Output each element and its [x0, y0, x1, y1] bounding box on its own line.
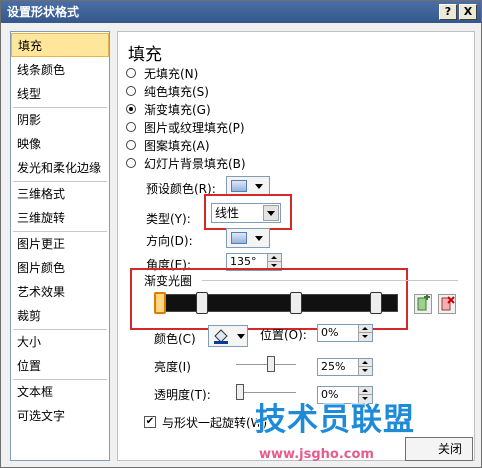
add-stop-icon [417, 295, 430, 311]
direction-swatch [231, 232, 247, 244]
radio-pattern-fill-label: 图案填充(A) [144, 139, 210, 153]
sidebar: 填充 线条颜色 线型 阴影 映像 发光和柔化边缘 三维格式 三维旋转 图片更正 … [10, 31, 110, 461]
add-stop-button[interactable] [414, 294, 432, 314]
remove-stop-icon [441, 296, 455, 311]
stop-color-button[interactable] [208, 325, 248, 347]
position-label: 位置(O): [260, 328, 307, 342]
spin-down-button[interactable] [358, 333, 372, 341]
brightness-value: 25% [321, 360, 346, 373]
panel-heading: 填充 [128, 45, 162, 65]
radio-solid-fill[interactable] [126, 86, 136, 96]
paint-bucket-icon [214, 329, 228, 344]
radio-gradient-fill-label: 渐变填充(G) [144, 103, 211, 117]
sidebar-item-fill[interactable]: 填充 [11, 33, 109, 57]
sidebar-item-text-box[interactable]: 文本框 [11, 380, 109, 404]
brightness-label: 亮度(I) [154, 360, 191, 374]
section-divider [202, 280, 458, 281]
brightness-spinner[interactable]: 25% [317, 358, 373, 376]
sidebar-item-size[interactable]: 大小 [11, 330, 109, 354]
position-spinner[interactable]: 0% [317, 324, 373, 342]
sidebar-item-line-color[interactable]: 线条颜色 [11, 58, 109, 82]
arrow-up-icon [362, 389, 368, 392]
sidebar-item-alt-text[interactable]: 可选文字 [11, 404, 109, 428]
arrow-up-icon [362, 361, 368, 364]
sidebar-item-3d-format[interactable]: 三维格式 [11, 182, 109, 206]
check-icon: ✔ [145, 416, 155, 427]
close-window-button[interactable]: X [459, 4, 477, 20]
chevron-down-icon [237, 334, 245, 339]
arrow-up-icon [271, 256, 277, 259]
gradient-stops-label: 渐变光圈 [144, 274, 193, 288]
spin-up-button[interactable] [358, 325, 372, 333]
gradient-stop-3[interactable] [290, 292, 302, 314]
chevron-down-icon [255, 236, 263, 241]
radio-solid-fill-label: 纯色填充(S) [144, 85, 209, 99]
stop-color-label: 颜色(C) [154, 332, 196, 346]
sidebar-item-crop[interactable]: 裁剪 [11, 304, 109, 328]
arrow-down-icon [271, 264, 277, 267]
radio-gradient-fill[interactable] [126, 104, 136, 114]
close-button[interactable]: 关闭 [405, 437, 473, 461]
sidebar-item-glow[interactable]: 发光和柔化边缘 [11, 156, 109, 180]
radio-background-fill[interactable] [126, 158, 136, 168]
rotate-with-shape-label: 与形状一起旋转(W) [162, 416, 268, 430]
radio-no-fill[interactable] [126, 68, 136, 78]
sidebar-item-line-style[interactable]: 线型 [11, 82, 109, 106]
type-select-value: 线性 [215, 206, 240, 220]
gradient-stop-4[interactable] [370, 292, 382, 314]
radio-no-fill-label: 无填充(N) [144, 67, 199, 81]
preset-swatch [231, 180, 247, 192]
sidebar-item-reflection[interactable]: 映像 [11, 132, 109, 156]
arrow-up-icon [362, 327, 368, 330]
transparency-label: 透明度(T): [154, 388, 211, 402]
sidebar-item-shadow[interactable]: 阴影 [11, 108, 109, 132]
spin-up-button[interactable] [358, 359, 372, 367]
gradient-stop-2[interactable] [196, 292, 208, 314]
sidebar-item-picture-color[interactable]: 图片颜色 [11, 256, 109, 280]
sidebar-item-position[interactable]: 位置 [11, 354, 109, 378]
spin-up-button[interactable] [267, 254, 281, 262]
type-dropdown-button[interactable] [263, 205, 279, 221]
direction-button[interactable] [226, 228, 270, 248]
spin-down-button[interactable] [358, 367, 372, 375]
preset-colors-button[interactable] [226, 176, 270, 196]
sidebar-item-3d-rotation[interactable]: 三维旋转 [11, 206, 109, 230]
transparency-slider-thumb[interactable] [236, 384, 244, 400]
watermark-url: www.jsgho.com [259, 447, 374, 462]
position-value: 0% [321, 326, 339, 339]
radio-picture-fill-label: 图片或纹理填充(P) [144, 121, 245, 135]
type-label: 类型(Y): [146, 212, 191, 226]
sidebar-item-artistic-effects[interactable]: 艺术效果 [11, 280, 109, 304]
type-select[interactable]: 线性 [211, 203, 281, 223]
radio-pattern-fill[interactable] [126, 140, 136, 150]
radio-background-fill-label: 幻灯片背景填充(B) [144, 157, 246, 171]
sidebar-item-picture-corrections[interactable]: 图片更正 [11, 232, 109, 256]
arrow-down-icon [362, 369, 368, 372]
watermark-logo: 技术员联盟 [255, 402, 415, 438]
arrow-down-icon [362, 335, 368, 338]
angle-value: 135° [230, 255, 257, 268]
rotate-with-shape-checkbox[interactable]: ✔ [144, 416, 156, 428]
brightness-slider-thumb[interactable] [267, 356, 276, 372]
direction-label: 方向(D): [146, 234, 193, 248]
radio-picture-fill[interactable] [126, 122, 136, 132]
chevron-down-icon [267, 211, 275, 216]
format-shape-dialog: 设置形状格式 ? X 填充 线条颜色 线型 阴影 映像 发光和柔化边缘 三维格式… [0, 0, 482, 468]
brightness-slider[interactable] [236, 364, 296, 366]
chevron-down-icon [255, 184, 263, 189]
dialog-title: 设置形状格式 [7, 5, 80, 19]
remove-stop-button[interactable] [438, 294, 456, 314]
title-bar: 设置形状格式 ? X [1, 1, 481, 23]
gradient-stops-bar[interactable] [156, 294, 398, 312]
gradient-stop-1[interactable] [154, 292, 166, 314]
help-button[interactable]: ? [439, 4, 457, 20]
